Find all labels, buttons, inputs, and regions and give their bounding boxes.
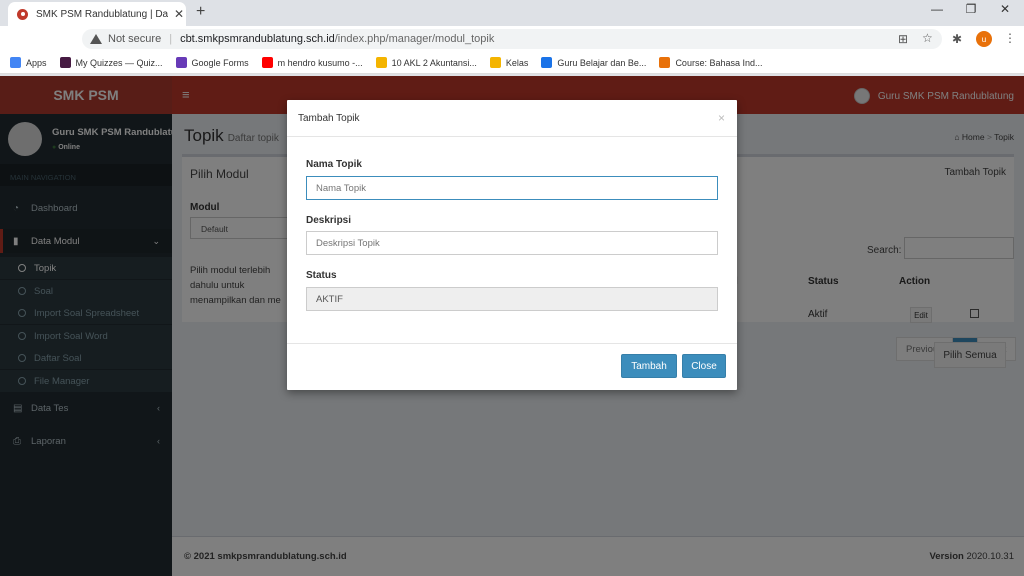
status-label: Status [306,270,337,281]
browser-tab[interactable]: SMK PSM Randublatung | Daftar ✕ [8,2,186,26]
tambah-button[interactable]: Tambah [621,354,677,378]
bookmark-label: 10 AKL 2 Akuntansi... [391,57,477,68]
window-close-icon[interactable]: ✕ [990,2,1020,16]
deskripsi-label: Deskripsi [306,215,352,226]
bookmark-icon [175,57,187,68]
bookmarks-bar: Apps My Quizzes — Quiz... Google Forms m he… [0,52,1024,74]
bookmark-icon [261,57,273,68]
tambah-topik-modal: Tambah Topik × Nama Topik Deskripsi Stat… [287,100,737,390]
bookmark-label: My Quizzes — Quiz... [75,57,163,68]
bookmark-item[interactable]: Course: Bahasa Ind... [659,57,763,68]
modal-footer-divider [287,343,737,344]
minimize-icon[interactable]: — [922,2,952,16]
translate-icon[interactable]: ⊞ [898,32,908,46]
bookmark-icon [10,57,21,68]
bookmark-star-icon[interactable]: ☆ [922,31,933,45]
modal-close-icon[interactable]: × [718,111,725,125]
bookmark-item[interactable]: 10 AKL 2 Akuntansi... [375,57,477,68]
bookmark-label: Kelas [505,57,529,68]
browser-tab-bar: SMK PSM Randublatung | Daftar ✕ + — ❐ ✕ [0,0,1024,26]
modal-header: Tambah Topik × [287,100,737,137]
extensions-icon[interactable]: ✱ [952,32,962,46]
bookmark-item[interactable]: Google Forms [175,57,249,68]
bookmark-label: Apps [26,57,47,68]
bookmark-icon [375,57,387,68]
bookmark-label: Guru Belajar dan Be... [557,57,647,68]
url-host: cbt.smkpsmrandublatung.sch.id [180,33,335,45]
bookmark-item[interactable]: Apps [10,57,47,68]
address-toolbar: ← → ↻ Not secure | cbt.smkpsmrandublatun… [0,26,1024,72]
address-bar[interactable]: Not secure | cbt.smkpsmrandublatung.sch.… [82,29,942,49]
bookmark-item[interactable]: My Quizzes — Quiz... [59,57,163,68]
status-field: AKTIF [306,287,718,311]
deskripsi-input[interactable] [306,231,718,255]
close-button[interactable]: Close [682,354,726,378]
bookmark-item[interactable]: Guru Belajar dan Be... [541,57,646,68]
bookmark-item[interactable]: m hendro kusumo -... [261,57,363,68]
nama-topik-label: Nama Topik [306,159,362,170]
modal-title: Tambah Topik [298,113,360,124]
tab-title: SMK PSM Randublatung | Daftar [36,8,168,20]
bookmark-label: m hendro kusumo -... [277,57,363,68]
restore-icon[interactable]: ❐ [956,2,986,16]
bookmark-item[interactable]: Kelas [489,57,529,68]
bookmark-icon [59,57,71,68]
new-tab-icon[interactable]: + [196,3,205,21]
browser-menu-icon[interactable]: ⋮ [1004,31,1016,45]
bookmark-icon [659,57,671,68]
url-separator: | [169,33,173,45]
bookmark-label: Course: Bahasa Ind... [675,57,763,68]
tab-close-icon[interactable]: ✕ [174,7,184,21]
not-secure-label: Not secure [108,33,162,45]
bookmark-icon [541,57,553,68]
bookmark-icon [489,57,501,68]
profile-avatar[interactable]: u [976,31,992,47]
nama-topik-input[interactable] [306,176,718,200]
site-favicon-icon [17,8,28,20]
bookmark-label: Google Forms [191,57,249,68]
warning-icon [90,34,102,44]
url-path: /index.php/manager/modul_topik [334,33,495,45]
